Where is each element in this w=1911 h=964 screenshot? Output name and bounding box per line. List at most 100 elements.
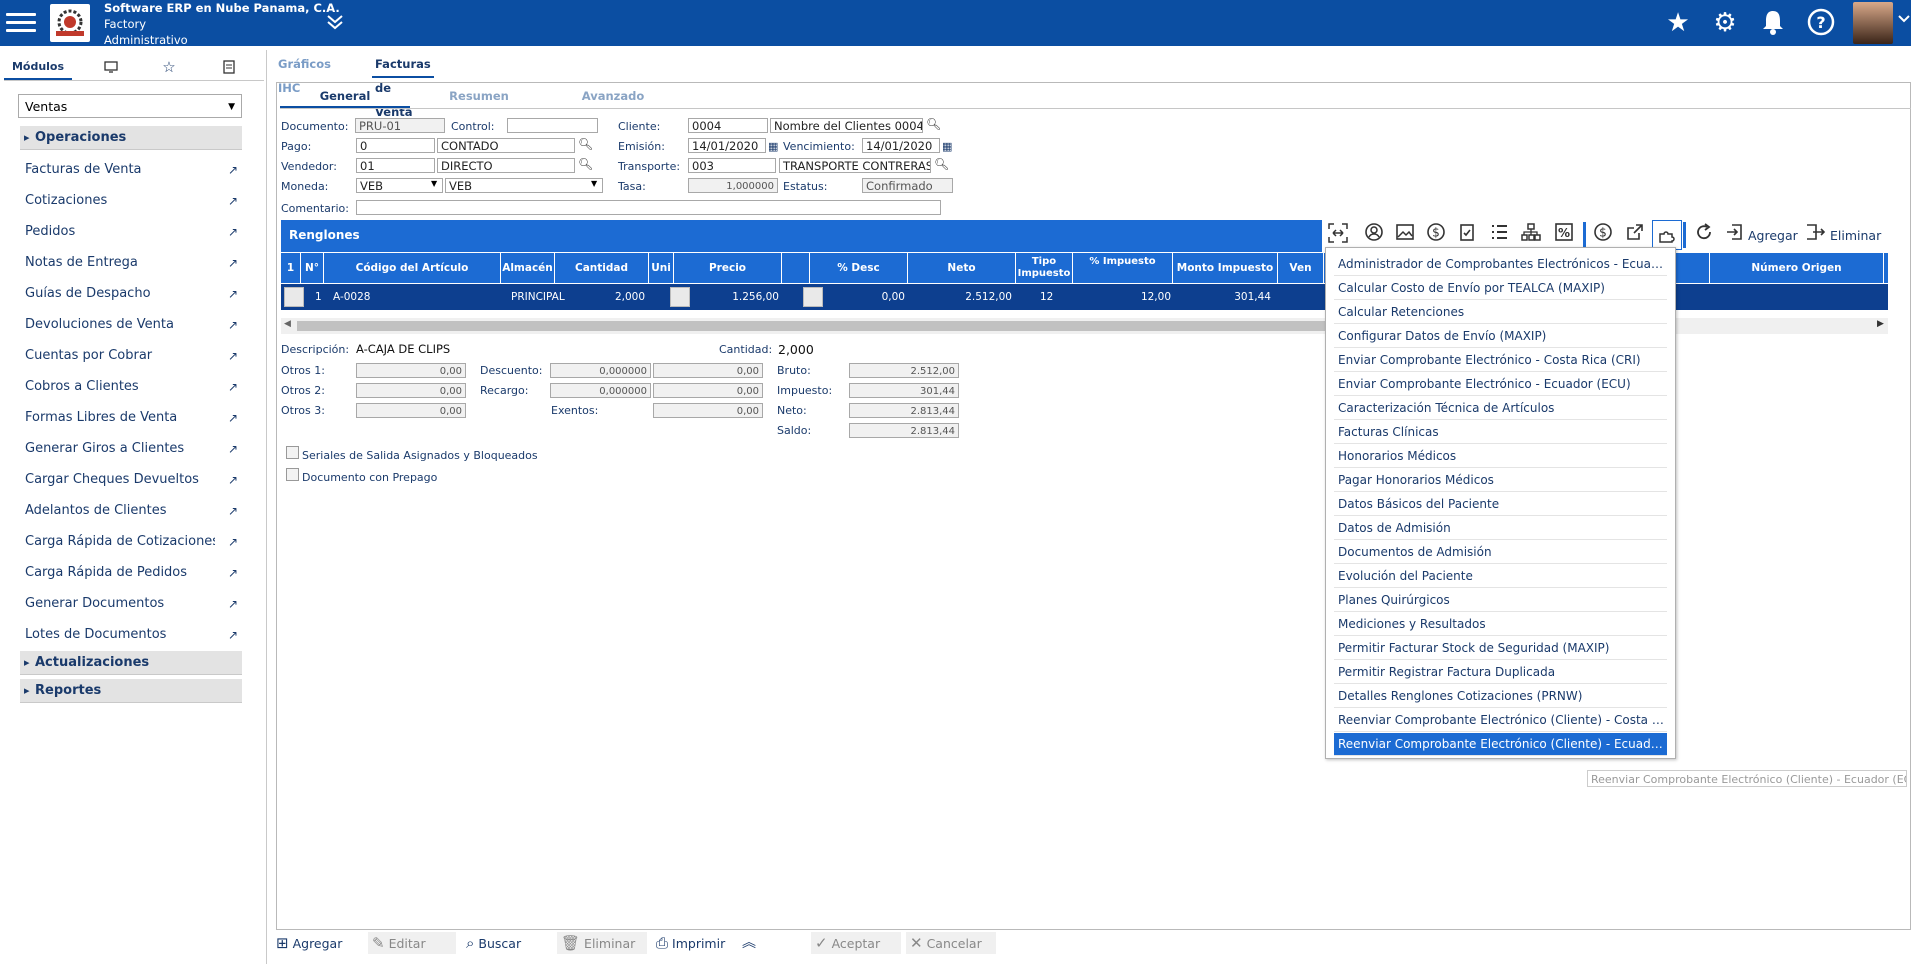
menu-item[interactable]: Mediciones y Resultados [1334,613,1667,636]
tab-general[interactable]: General [280,86,410,108]
col-precio[interactable]: Precio [674,253,782,283]
dollar-circle-icon[interactable]: $ [1591,222,1615,246]
external-link-icon[interactable]: ↗ [228,222,238,242]
bell-icon[interactable] [1758,8,1788,38]
otros2-field[interactable]: 0,00 [356,383,466,398]
refresh-icon[interactable] [1692,222,1716,246]
sidebar-item[interactable]: Cobros a Clientes ↗ [25,377,238,397]
row-precio[interactable]: 1.256,00 [693,284,779,310]
aceptar-button[interactable]: ✓ Aceptar [811,932,901,954]
user-circle-icon[interactable] [1362,222,1386,246]
menu-item[interactable]: Facturas Clínicas [1334,421,1667,444]
external-link-icon[interactable]: ↗ [228,532,238,552]
menu-item[interactable]: Reenviar Comprobante Electrónico (Client… [1334,733,1667,756]
menu-item[interactable]: Configurar Datos de Envío (MAXIP) [1334,325,1667,348]
search-icon[interactable]: 🔍︎ [578,157,593,171]
menu-item[interactable]: Permitir Registrar Factura Duplicada [1334,661,1667,684]
scroll-left-icon[interactable]: ◀ [284,319,291,329]
row-tipo[interactable]: 12 [1040,284,1053,310]
sidebar-item[interactable]: Lotes de Documentos ↗ [25,625,238,645]
prepago-checkbox[interactable] [286,468,299,481]
image-icon[interactable] [1393,222,1417,246]
agregar-button[interactable]: ⊞ Agregar [276,932,342,954]
vendedor-desc-field[interactable]: DIRECTO [437,158,575,173]
menu-item[interactable]: Pagar Honorarios Médicos [1334,469,1667,492]
external-link-icon[interactable]: ↗ [228,284,238,304]
col-cantidad[interactable]: Cantidad [555,253,649,283]
vendedor-field[interactable]: 01 [356,158,435,173]
chevron-down-icon[interactable] [1897,12,1911,30]
buscar-button[interactable]: ⌕ Buscar [466,932,521,954]
col-monto-impuesto[interactable]: Monto Impuesto [1173,253,1278,283]
module-select[interactable]: Ventas [18,94,242,119]
menu-item[interactable]: Honorarios Médicos [1334,445,1667,468]
imprimir-button[interactable]: ⎙ Imprimir [656,932,725,954]
descuento-field[interactable]: 0,00 [653,363,763,378]
external-link-icon[interactable]: ↗ [228,625,238,645]
search-icon[interactable]: 🔍︎ [926,117,941,131]
menu-item[interactable]: Enviar Comprobante Electrónico - Ecuador… [1334,373,1667,396]
cliente-field[interactable]: 0004 [688,118,768,133]
delete-row-icon[interactable] [1803,222,1827,246]
hamburger-menu-icon[interactable] [6,8,36,38]
external-link-icon[interactable]: ↗ [228,253,238,273]
gear-icon[interactable]: ⚙ [1710,8,1740,38]
vencimiento-field[interactable]: 14/01/2020 [862,138,940,153]
menu-item[interactable]: Reenviar Comprobante Electrónico (Client… [1334,709,1667,732]
col-pct-impuesto[interactable]: % Impuesto [1073,253,1173,283]
col-select[interactable]: 1 [281,253,301,283]
col-numero-origen[interactable]: Número Origen [1709,253,1884,283]
sidebar-item[interactable]: Adelantos de Clientes ↗ [25,501,238,521]
calendar-icon[interactable]: ▦ [942,140,952,153]
sidebar-item[interactable]: Notas de Entrega ↗ [25,253,238,273]
comentario-field[interactable] [356,200,941,215]
external-link-icon[interactable] [1623,222,1647,246]
sidebar-item[interactable]: Generar Giros a Clientes ↗ [25,439,238,459]
clipboard-check-icon[interactable] [1455,222,1479,246]
collapse-up-icon[interactable]: ︽ [742,932,756,954]
external-link-icon[interactable]: ↗ [228,439,238,459]
pago-desc-field[interactable]: CONTADO [437,138,575,153]
otros3-field[interactable]: 0,00 [356,403,466,418]
transporte-desc-field[interactable]: TRANSPORTE CONTRERAS [779,158,931,173]
external-link-icon[interactable]: ↗ [228,160,238,180]
row-codigo[interactable]: A-0028 [333,284,370,310]
sidebar-item[interactable]: Facturas de Venta ↗ [25,160,238,180]
col-unidad[interactable]: Uni [649,253,674,283]
sidebar-item[interactable]: Formas Libres de Venta ↗ [25,408,238,428]
moneda-desc-select[interactable]: VEB [445,178,603,193]
exentos-field[interactable]: 0,00 [653,403,763,418]
expand-icon[interactable] [1326,222,1350,246]
external-link-icon[interactable]: ↗ [228,563,238,583]
external-link-icon[interactable]: ↗ [228,594,238,614]
descuento-pct-field[interactable]: 0,000000 [550,363,651,378]
section-reportes[interactable]: Reportes [20,679,242,703]
sidebar-item[interactable]: Cotizaciones ↗ [25,191,238,211]
sidebar-item[interactable]: Cuentas por Cobrar ↗ [25,346,238,366]
scrollbar-thumb[interactable] [297,321,1325,331]
sidebar-item[interactable]: Guías de Despacho ↗ [25,284,238,304]
col-vendedor[interactable]: Ven [1278,253,1324,283]
tab-graficos[interactable]: Gráficos IHC [278,52,331,95]
menu-item[interactable]: Calcular Costo de Envío por TEALCA (MAXI… [1334,277,1667,300]
calendar-icon[interactable]: ▦ [768,140,778,153]
search-icon[interactable]: 🔍︎ [934,157,949,171]
menu-item[interactable]: Datos de Admisión [1334,517,1667,540]
col-desc[interactable]: % Desc [810,253,908,283]
external-link-icon[interactable]: ↗ [228,191,238,211]
avatar[interactable] [1853,2,1893,44]
moneda-select[interactable]: VEB [356,178,443,193]
percent-icon[interactable]: % [1552,222,1576,246]
eliminar-button[interactable]: 🗑︎ Eliminar [557,932,647,954]
menu-item[interactable]: Administrador de Comprobantes Electrónic… [1334,253,1667,276]
menu-item[interactable]: Evolución del Paciente [1334,565,1667,588]
agregar-row-button[interactable]: Agregar [1748,228,1798,243]
tab-avanzado[interactable]: Avanzado [548,86,678,106]
external-link-icon[interactable]: ↗ [228,408,238,428]
menu-item[interactable]: Calcular Retenciones [1334,301,1667,324]
sidebar-item[interactable]: Devoluciones de Venta ↗ [25,315,238,335]
sidebar-item[interactable]: Generar Documentos ↗ [25,594,238,614]
editar-button[interactable]: ✎ Editar [368,932,456,954]
dollar-circle-icon[interactable]: $ [1424,222,1448,246]
external-link-icon[interactable]: ↗ [228,377,238,397]
